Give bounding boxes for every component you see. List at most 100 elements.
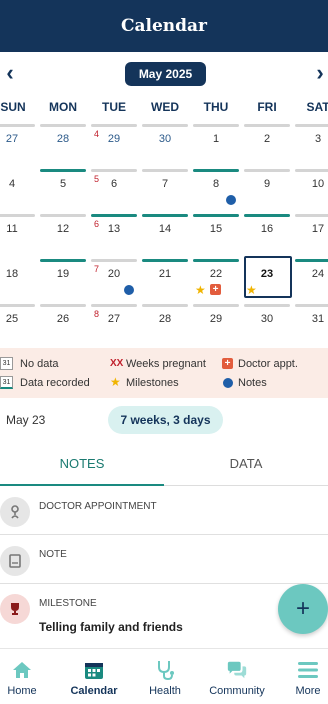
- legend-data-recorded: Data recorded: [20, 377, 90, 389]
- nav-calendar[interactable]: Calendar: [64, 649, 124, 704]
- tab-notes[interactable]: NOTES: [0, 456, 164, 471]
- day-cell[interactable]: 21: [140, 259, 190, 304]
- nav-health[interactable]: Health: [140, 649, 190, 704]
- entry-label[interactable]: DOCTOR APPOINTMENT: [39, 501, 157, 512]
- day-cell[interactable]: 18: [0, 259, 37, 304]
- day-number: 31: [311, 313, 325, 325]
- day-cell[interactable]: 30: [242, 304, 292, 349]
- day-cell[interactable]: 9: [242, 169, 292, 214]
- day-cell[interactable]: 27: [0, 124, 37, 169]
- trophy-icon: [0, 594, 30, 624]
- day-number: 8: [212, 178, 220, 190]
- day-number: 4: [8, 178, 16, 190]
- divider: [0, 534, 328, 535]
- day-cell[interactable]: 15: [191, 214, 241, 259]
- day-cell[interactable]: 19: [38, 259, 88, 304]
- day-number: 11: [6, 223, 18, 235]
- nav-label: Health: [149, 685, 181, 697]
- pregnancy-length-badge: 7 weeks, 3 days: [108, 406, 223, 434]
- doctor-appointment-icon: +: [210, 284, 221, 295]
- legend-doctor-appt: Doctor appt.: [238, 358, 298, 370]
- day-cell[interactable]: 29: [191, 304, 241, 349]
- calendar-legend: 31 No data 31 Data recorded XX Weeks pre…: [0, 348, 328, 398]
- chevron-left-icon[interactable]: ‹: [0, 62, 20, 86]
- day-cell[interactable]: 11: [0, 214, 37, 259]
- chevron-right-icon[interactable]: ›: [310, 62, 328, 86]
- day-cell[interactable]: 5: [38, 169, 88, 214]
- data-recorded-icon: 31: [0, 376, 13, 389]
- weekday-wed: WED: [151, 100, 179, 114]
- day-cell[interactable]: 12: [38, 214, 88, 259]
- stethoscope-icon: [0, 497, 30, 527]
- day-cell[interactable]: 4: [0, 169, 37, 214]
- day-cell[interactable]: 22 ★ +: [191, 259, 241, 304]
- note-icon: [0, 546, 30, 576]
- weekday-fri: FRI: [257, 100, 277, 114]
- day-cell[interactable]: 3: [293, 124, 328, 169]
- home-icon: [11, 659, 33, 681]
- day-cell[interactable]: 31: [293, 304, 328, 349]
- day-number: 18: [5, 268, 19, 280]
- divider: [0, 583, 328, 584]
- tab-divider: [164, 485, 328, 486]
- day-cell[interactable]: 8: [191, 169, 241, 214]
- day-number: 24: [311, 268, 325, 280]
- day-number: 25: [5, 313, 19, 325]
- day-cell[interactable]: 24: [293, 259, 328, 304]
- entry-label[interactable]: MILESTONE: [39, 598, 97, 609]
- day-cell[interactable]: 7 20: [89, 259, 139, 304]
- nav-label: Community: [209, 685, 265, 697]
- month-picker-button[interactable]: May 2025: [125, 62, 206, 86]
- day-number: 5: [59, 178, 67, 190]
- day-cell[interactable]: 6 13: [89, 214, 139, 259]
- day-cell[interactable]: 14: [140, 214, 190, 259]
- day-number: 20: [107, 268, 121, 280]
- weekday-mon: MON: [49, 100, 77, 114]
- day-number: 26: [56, 313, 70, 325]
- legend-weeks-pregnant: Weeks pregnant: [126, 358, 206, 370]
- doctor-appointment-icon: +: [222, 358, 233, 369]
- entry-title[interactable]: Telling family and friends: [39, 620, 183, 634]
- day-cell[interactable]: 2: [242, 124, 292, 169]
- day-number: 10: [311, 178, 325, 190]
- weekday-sun: SUN: [0, 100, 26, 114]
- day-number: 9: [263, 178, 271, 190]
- day-number: 28: [56, 133, 70, 145]
- note-dot-icon: [124, 285, 134, 295]
- day-cell[interactable]: 28: [38, 124, 88, 169]
- nav-label: More: [295, 685, 321, 697]
- legend-milestones: Milestones: [126, 377, 179, 389]
- weekday-tue: TUE: [102, 100, 126, 114]
- day-number: 6: [110, 178, 118, 190]
- day-cell[interactable]: 25: [0, 304, 37, 349]
- day-cell[interactable]: 28: [140, 304, 190, 349]
- day-cell[interactable]: 26: [38, 304, 88, 349]
- entry-label[interactable]: NOTE: [39, 549, 67, 560]
- day-cell[interactable]: 16: [242, 214, 292, 259]
- day-number: 14: [158, 223, 172, 235]
- day-number: 13: [107, 223, 121, 235]
- day-cell[interactable]: 1: [191, 124, 241, 169]
- day-number: 1: [212, 133, 220, 145]
- day-cell[interactable]: 56: [89, 169, 139, 214]
- nav-home[interactable]: Home: [0, 649, 44, 704]
- day-number: 22: [209, 268, 223, 280]
- day-number: 29: [209, 313, 223, 325]
- day-cell[interactable]: 17: [293, 214, 328, 259]
- legend-notes: Notes: [238, 377, 267, 389]
- day-number: 30: [158, 133, 172, 145]
- nav-more[interactable]: More: [288, 649, 328, 704]
- day-cell[interactable]: 7: [140, 169, 190, 214]
- tab-data[interactable]: DATA: [164, 456, 328, 471]
- day-cell[interactable]: 10: [293, 169, 328, 214]
- day-number: 19: [56, 268, 70, 280]
- day-cell[interactable]: 30: [140, 124, 190, 169]
- day-cell[interactable]: 4 29: [89, 124, 139, 169]
- note-dot-icon: [223, 378, 233, 388]
- milestone-star-icon: ★: [195, 283, 206, 297]
- day-number: 15: [209, 223, 223, 235]
- day-cell[interactable]: 8 27: [89, 304, 139, 349]
- add-entry-button[interactable]: +: [278, 584, 328, 634]
- no-data-icon: 31: [0, 357, 13, 370]
- nav-community[interactable]: Community: [206, 649, 268, 704]
